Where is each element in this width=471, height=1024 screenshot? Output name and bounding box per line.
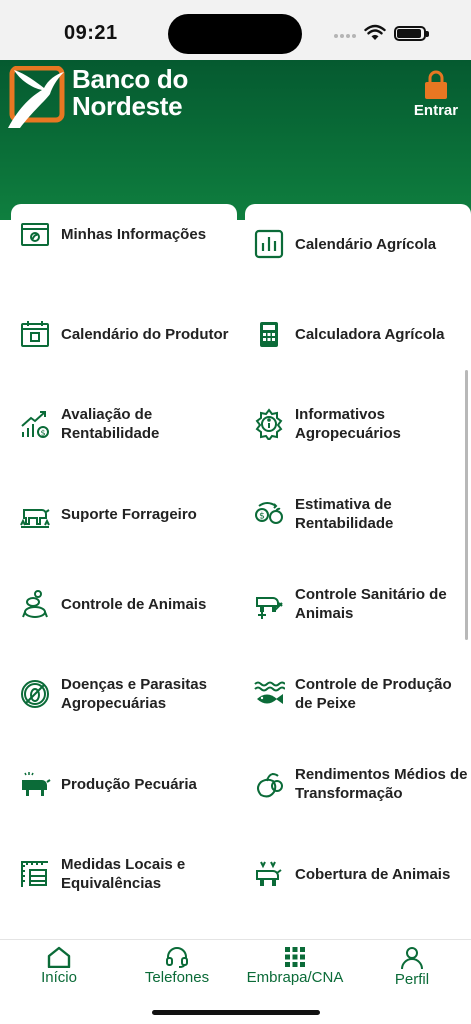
measure-icon: [21, 861, 48, 887]
brand-line-2: Nordeste: [72, 91, 183, 121]
menu-label: Avaliação de Rentabilidade: [61, 406, 160, 442]
headset-icon: [166, 947, 188, 968]
app-header: Banco do Nordeste Entrar: [0, 60, 471, 220]
money-cycle-icon: $: [255, 502, 283, 524]
cattle-feed-icon: [20, 509, 50, 528]
bar-chart-icon: [254, 229, 284, 259]
scrollbar[interactable]: [465, 370, 468, 640]
menu-label: Controle Sanitário de Animais: [295, 586, 447, 622]
menu-item-controle-sanitario[interactable]: Controle Sanitário de Animais: [245, 574, 471, 634]
menu-label: Controle de Produção de Peixe: [295, 676, 452, 712]
menu-label: Estimativa de Rentabilidade: [295, 496, 394, 532]
home-indicator[interactable]: [152, 1010, 320, 1015]
signal-icon: [334, 34, 356, 38]
info-gear-icon: [255, 408, 283, 440]
status-time: 09:21: [64, 22, 118, 44]
fish-icon: [254, 681, 285, 704]
growth-chart-icon: $: [21, 411, 49, 438]
login-button[interactable]: Entrar: [411, 70, 461, 119]
menu-item-cobertura-animais[interactable]: Cobertura de Animais: [245, 844, 471, 904]
menu-item-calendario-agricola[interactable]: Calendário Agrícola: [245, 214, 471, 274]
lock-icon: [425, 70, 447, 99]
menu-item-controle-animais[interactable]: Controle de Animais: [11, 574, 237, 634]
svg-text:$: $: [40, 429, 45, 438]
fruit-icon: [257, 773, 283, 798]
tab-perfil[interactable]: Perfil: [353, 946, 471, 988]
menu-label: Produção Pecuária: [61, 775, 197, 793]
menu-card-right: Calendário Agrícola Calculadora Agrícola…: [245, 204, 471, 939]
menu-item-producao-peixe[interactable]: Controle de Produção de Peixe: [245, 664, 471, 724]
tab-label: Embrapa/CNA: [246, 969, 344, 986]
animal-health-icon: [256, 597, 283, 619]
tab-label: Perfil: [394, 971, 430, 988]
menu-item-informativos[interactable]: Informativos Agropecuários: [245, 394, 471, 454]
menu-content[interactable]: Minhas Informações Calendário do Produto…: [0, 204, 471, 939]
menu-item-rendimentos-medios[interactable]: Rendimentos Médios de Transformação: [245, 754, 471, 814]
brand-line-1: Banco do: [72, 64, 189, 94]
logo-mark-icon: [8, 66, 65, 128]
animals-stack-icon: [22, 590, 48, 618]
grid-icon: [285, 947, 305, 967]
tab-label: Telefones: [144, 969, 210, 986]
no-pest-icon: [21, 680, 49, 708]
animal-cover-icon: [256, 861, 282, 886]
calculator-icon: [260, 322, 278, 347]
id-card-icon: [21, 223, 49, 246]
tab-label: Início: [41, 969, 77, 986]
menu-item-estimativa-rentabilidade[interactable]: $ Estimativa de Rentabilidade: [245, 484, 471, 544]
home-icon: [47, 946, 71, 968]
menu-item-calendario-produtor[interactable]: Calendário do Produtor: [11, 304, 237, 364]
tab-telefones[interactable]: Telefones: [118, 946, 236, 986]
menu-label: Medidas Locais e Equivalências: [61, 856, 186, 892]
menu-label: Rendimentos Médios de Transformação: [295, 766, 468, 802]
calendar-icon: [21, 321, 49, 347]
brand-logo: Banco do Nordeste: [6, 66, 188, 130]
menu-item-doencas-parasitas[interactable]: Doenças e Parasitas Agropecuárias: [11, 664, 237, 724]
menu-label: Calendário do Produtor: [61, 325, 229, 343]
dynamic-island: [168, 14, 302, 54]
menu-item-suporte-forrageiro[interactable]: Suporte Forrageiro: [11, 484, 237, 544]
menu-label: Informativos Agropecuários: [295, 406, 401, 442]
menu-label: Calendário Agrícola: [295, 235, 437, 253]
person-icon: [401, 947, 423, 970]
menu-label: Calculadora Agrícola: [295, 325, 445, 343]
svg-text:$: $: [259, 512, 265, 522]
wifi-icon: [364, 24, 386, 40]
menu-label: Doenças e Parasitas Agropecuárias: [61, 676, 207, 712]
menu-label: Cobertura de Animais: [295, 865, 451, 883]
menu-item-minhas-informacoes[interactable]: Minhas Informações: [11, 204, 237, 264]
menu-label: Minhas Informações: [61, 225, 207, 243]
menu-card-left: Minhas Informações Calendário do Produto…: [11, 204, 237, 939]
menu-item-producao-pecuaria[interactable]: Produção Pecuária: [11, 754, 237, 814]
login-label: Entrar: [413, 102, 459, 119]
menu-label: Controle de Animais: [61, 595, 207, 613]
menu-item-calculadora-agricola[interactable]: Calculadora Agrícola: [245, 304, 471, 364]
tab-embrapa-cna[interactable]: Embrapa/CNA: [236, 946, 354, 986]
menu-item-avaliacao-rentabilidade[interactable]: $ Avaliação de Rentabilidade: [11, 394, 237, 454]
menu-label: Suporte Forrageiro: [61, 505, 197, 523]
status-bar: 09:21: [0, 0, 471, 60]
cow-icon: [22, 772, 51, 796]
battery-icon: [394, 26, 429, 41]
menu-item-medidas-locais[interactable]: Medidas Locais e Equivalências: [11, 844, 237, 904]
tab-inicio[interactable]: Início: [0, 946, 118, 986]
